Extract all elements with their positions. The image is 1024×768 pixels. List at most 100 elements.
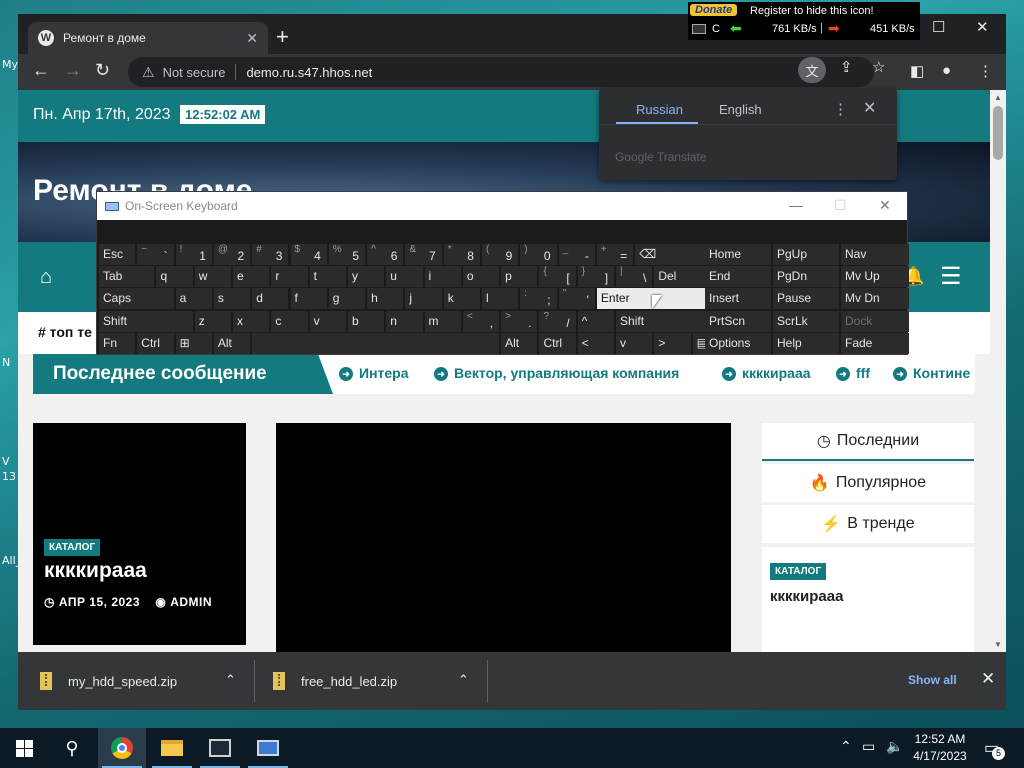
forward-icon[interactable]: → xyxy=(64,60,82,81)
nav-key[interactable]: Home xyxy=(705,244,771,265)
keyboard-key[interactable]: & 7 xyxy=(405,244,442,265)
keyboard-key[interactable]: #3 xyxy=(252,244,289,265)
keyboard-key[interactable]: ) 0 xyxy=(520,244,557,265)
keyboard-key[interactable]: z xyxy=(194,310,232,332)
sidebar-post-title[interactable]: ккккираaa xyxy=(770,588,843,605)
ticker-item[interactable]: ➜ Интера xyxy=(339,365,409,381)
nav-key[interactable]: PrtScn xyxy=(705,310,771,332)
register-text[interactable]: Register to hide this icon! xyxy=(750,5,874,17)
menu-kebab-icon[interactable]: ⋮ xyxy=(978,62,993,80)
back-icon[interactable]: ← xyxy=(32,60,50,81)
keyboard-key[interactable]: :; xyxy=(520,288,557,310)
tab-active[interactable]: W Ремонт в доме ✕ xyxy=(28,22,268,54)
nav-key[interactable]: Help xyxy=(773,332,839,354)
nav-key[interactable]: PgUp xyxy=(773,244,839,265)
start-button[interactable] xyxy=(0,728,48,768)
keyboard-key[interactable]: + = xyxy=(596,244,634,265)
desktop-icon-label[interactable]: 13 xyxy=(2,470,16,483)
maximize-icon[interactable]: ☐ xyxy=(932,18,945,36)
more-options-icon[interactable]: ⋮ xyxy=(833,100,848,118)
taskbar-explorer[interactable] xyxy=(148,728,196,768)
minimize-icon[interactable]: — xyxy=(789,197,803,213)
keyboard-key[interactable]: k xyxy=(443,288,480,310)
keyboard-key[interactable]: c xyxy=(271,310,308,332)
close-tab-icon[interactable]: ✕ xyxy=(246,30,258,47)
keyboard-key[interactable]: ^ 6 xyxy=(367,244,404,265)
nav-key[interactable]: Insert xyxy=(705,288,771,310)
keyboard-key[interactable]: ^ xyxy=(577,310,615,332)
desktop-icon-label[interactable]: V xyxy=(2,455,10,468)
sidebar-post[interactable]: КАТАЛОГ ккккираaa xyxy=(762,547,974,652)
keyboard-key[interactable]: Shift xyxy=(616,310,710,332)
keyboard-key[interactable]: q xyxy=(156,266,193,288)
keyboard-key[interactable]: Shift xyxy=(99,310,193,332)
keyboard-key[interactable]: w xyxy=(194,266,232,288)
address-bar[interactable]: ⚠ Not secure demo.ru.s47.hhos.net xyxy=(128,57,874,87)
keyboard-key[interactable]: f xyxy=(290,288,327,310)
reload-icon[interactable]: ↻ xyxy=(95,60,110,81)
keyboard-key[interactable]: j xyxy=(405,288,442,310)
download-item[interactable]: my_hdd_speed.zip xyxy=(40,652,177,710)
nav-key[interactable]: Nav xyxy=(841,244,909,265)
tab-trending[interactable]: ⚡ В тренде xyxy=(762,505,974,543)
keyboard-key[interactable]: Ctrl xyxy=(137,332,174,354)
tab-recent[interactable]: ◷ Последнии xyxy=(762,423,974,461)
keyboard-key[interactable]: Tab xyxy=(99,266,155,288)
keyboard-key[interactable]: u xyxy=(386,266,423,288)
keyboard-key[interactable]: a xyxy=(175,288,212,310)
tab-popular[interactable]: 🔥 Популярное xyxy=(762,464,974,502)
profile-icon[interactable]: ● xyxy=(942,62,951,79)
nav-key[interactable]: ScrLk xyxy=(773,310,839,332)
category-badge[interactable]: КАТАЛОГ xyxy=(44,539,101,556)
keyboard-key[interactable]: h xyxy=(367,288,404,310)
keyboard-key[interactable]: $4 xyxy=(290,244,327,265)
keyboard-key[interactable]: v xyxy=(616,332,653,354)
maximize-icon[interactable]: ☐ xyxy=(834,197,847,214)
keyboard-key[interactable]: % 5 xyxy=(328,244,366,265)
keyboard-key[interactable]: l xyxy=(482,288,519,310)
ticker-item[interactable]: ➜ fff xyxy=(836,365,870,381)
keyboard-key[interactable]: p xyxy=(501,266,538,288)
show-all-downloads-button[interactable]: Show all xyxy=(908,673,957,687)
keyboard-key[interactable]: (9 xyxy=(482,244,519,265)
keyboard-key[interactable]: ⌫ xyxy=(635,244,710,265)
nav-key[interactable]: Dock xyxy=(841,310,909,332)
osk-titlebar[interactable]: On-Screen Keyboard xyxy=(97,192,907,220)
nav-key[interactable]: Mv Up xyxy=(841,266,909,288)
nav-key[interactable]: Mv Dn xyxy=(841,288,909,310)
system-clock[interactable]: 12:52 AM 4/17/2023 xyxy=(908,731,972,765)
download-item[interactable]: free_hdd_led.zip xyxy=(273,652,397,710)
keyboard-key[interactable]: Ctrl xyxy=(539,332,576,354)
lang-tab-russian[interactable]: Russian xyxy=(636,102,683,117)
not-secure-label[interactable]: Not secure xyxy=(163,65,226,80)
warning-icon[interactable]: ⚠ xyxy=(142,64,155,81)
keyboard-key[interactable]: | \ xyxy=(616,266,653,288)
network-icon[interactable]: ▭ xyxy=(862,738,875,755)
keyboard-key[interactable]: d xyxy=(252,288,289,310)
taskbar-app[interactable] xyxy=(196,728,244,768)
search-button[interactable]: ⚲ xyxy=(48,728,96,768)
lang-tab-english[interactable]: English xyxy=(719,102,762,117)
keyboard-key[interactable]: x xyxy=(233,310,270,332)
bookmark-star-icon[interactable]: ☆ xyxy=(872,58,885,76)
keyboard-key[interactable]: Fn xyxy=(99,332,136,354)
keyboard-key[interactable]: v xyxy=(309,310,346,332)
keyboard-key[interactable]: i xyxy=(424,266,461,288)
keyboard-key[interactable]: g xyxy=(328,288,366,310)
download-filename[interactable]: my_hdd_speed.zip xyxy=(68,674,177,689)
keyboard-key[interactable]: < xyxy=(577,332,615,354)
video-area[interactable] xyxy=(276,423,731,652)
category-badge[interactable]: КАТАЛОГ xyxy=(770,563,827,580)
chevron-up-icon[interactable]: ⌃ xyxy=(840,738,852,755)
keyboard-key[interactable]: e xyxy=(233,266,270,288)
keyboard-key[interactable]: Esc xyxy=(99,244,136,265)
keyboard-key[interactable]: Alt xyxy=(213,332,251,354)
scrollbar-thumb[interactable] xyxy=(993,106,1003,160)
keyboard-key[interactable] xyxy=(252,332,500,354)
ticker-item[interactable]: ➜ Вектор, управляющая компания xyxy=(434,365,679,381)
desktop-icon-label[interactable]: My xyxy=(2,58,18,71)
nav-key[interactable]: Options xyxy=(705,332,771,354)
ticker-item[interactable]: ➜ Контине xyxy=(893,365,970,381)
scroll-down-icon[interactable]: ▼ xyxy=(994,640,1002,649)
keyboard-key[interactable]: n xyxy=(386,310,423,332)
